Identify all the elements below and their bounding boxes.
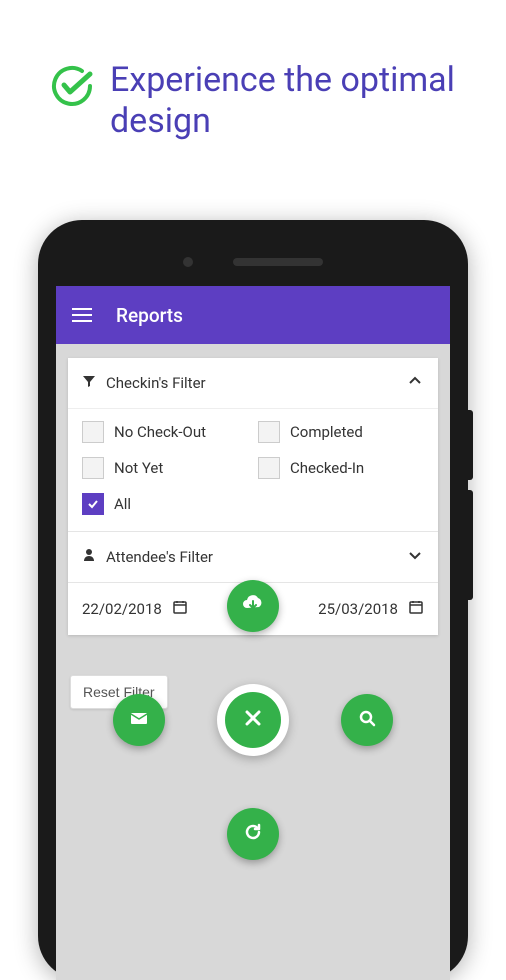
fab-email-button[interactable] [113,694,165,746]
attendee-filter-title: Attendee's Filter [106,548,213,566]
phone-side-button [468,490,473,600]
phone-frame: Reports Checkin's Filter No C [38,220,468,980]
checkbox-icon [258,421,280,443]
checkin-filter-header[interactable]: Checkin's Filter [68,358,438,409]
checkbox-no-check-out[interactable]: No Check-Out [82,421,248,443]
checkbox-checked-icon [82,493,104,515]
checkbox-icon [82,457,104,479]
chevron-up-icon [406,372,424,394]
checkbox-label: All [114,495,131,513]
app-bar: Reports [56,286,450,344]
refresh-icon [241,820,265,848]
person-icon [82,548,96,566]
fab-download-button[interactable] [227,580,279,632]
checkbox-checked-in[interactable]: Checked-In [258,457,424,479]
date-to-field[interactable]: 25/03/2018 [318,599,424,619]
phone-notch [56,238,450,286]
cloud-download-icon [240,591,266,621]
calendar-icon [172,599,188,619]
checkin-filter-title: Checkin's Filter [106,374,206,392]
promo-text: Experience the optimal design [110,60,466,142]
close-icon [240,705,266,735]
checkbox-label: Completed [290,423,363,441]
checkbox-icon [82,421,104,443]
chevron-down-icon [406,546,424,568]
date-from-field[interactable]: 22/02/2018 [82,599,188,619]
checkbox-completed[interactable]: Completed [258,421,424,443]
promo-header: Experience the optimal design [0,0,506,172]
phone-side-button [468,410,473,480]
checkbox-label: Not Yet [114,459,163,477]
app-bar-title: Reports [116,304,183,327]
search-icon [355,706,379,734]
checkbox-label: No Check-Out [114,423,206,441]
checkbox-label: Checked-In [290,459,364,477]
checkin-filter-body: No Check-Out Completed Not Yet Checked-I… [68,409,438,531]
attendee-filter-header[interactable]: Attendee's Filter [68,531,438,582]
fab-close-button[interactable] [217,684,289,756]
checkbox-not-yet[interactable]: Not Yet [82,457,248,479]
fab-refresh-button[interactable] [227,808,279,860]
menu-icon[interactable] [72,308,92,322]
fab-search-button[interactable] [341,694,393,746]
app-screen: Reports Checkin's Filter No C [56,286,450,980]
mail-icon [127,706,151,734]
date-to-value: 25/03/2018 [318,600,398,618]
checkmark-circle-icon [50,64,94,112]
checkbox-icon [258,457,280,479]
checkbox-all[interactable]: All [82,493,248,515]
calendar-icon [408,599,424,619]
phone-speaker [233,258,323,266]
filter-icon [82,374,96,392]
phone-camera [183,257,193,267]
date-from-value: 22/02/2018 [82,600,162,618]
